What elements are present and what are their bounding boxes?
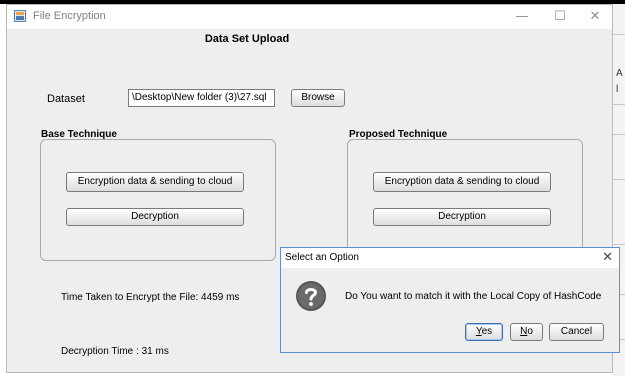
background-glyph-a: A — [616, 68, 623, 79]
proposed-encrypt-button[interactable]: Encryption data & sending to cloud — [373, 172, 551, 192]
decryption-time-text: Decryption Time : 31 ms — [61, 346, 169, 357]
dialog-message: Do You want to match it with the Local C… — [345, 291, 602, 302]
browse-button[interactable]: Browse — [291, 89, 345, 107]
base-decrypt-button[interactable]: Decryption — [66, 208, 244, 226]
dialog-close-button[interactable]: ✕ — [602, 250, 613, 265]
dataset-label: Dataset — [47, 93, 85, 105]
no-button[interactable]: No — [510, 323, 543, 341]
cancel-button[interactable]: Cancel — [549, 323, 604, 341]
minimize-button[interactable]: — — [504, 7, 540, 27]
no-label-rest: o — [527, 326, 533, 337]
base-technique-panel — [40, 139, 276, 261]
maximize-button[interactable]: ☐ — [542, 7, 578, 27]
window-title: File Encryption — [33, 10, 106, 22]
base-encrypt-button[interactable]: Encryption data & sending to cloud — [66, 172, 244, 192]
proposed-technique-panel — [347, 139, 583, 261]
background-glyph-b: l — [616, 84, 619, 95]
close-button[interactable]: ✕ — [577, 7, 613, 27]
yes-button[interactable]: Yes — [465, 323, 503, 341]
java-app-icon — [14, 10, 26, 22]
question-icon — [296, 281, 326, 311]
select-option-dialog: Select an Option ✕ Do You want to match … — [280, 247, 620, 353]
title-bar: File Encryption — ☐ ✕ — [7, 5, 612, 29]
encrypt-time-text: Time Taken to Encrypt the File: 4459 ms — [61, 292, 240, 303]
dialog-title-bar: Select an Option ✕ — [281, 248, 619, 268]
yes-label-rest: es — [481, 326, 493, 337]
page-heading: Data Set Upload — [204, 33, 290, 45]
dataset-path-field[interactable]: \Desktop\New folder (3)\27.sql — [128, 89, 275, 107]
proposed-decrypt-button[interactable]: Decryption — [373, 208, 551, 226]
dialog-title: Select an Option — [285, 252, 359, 263]
